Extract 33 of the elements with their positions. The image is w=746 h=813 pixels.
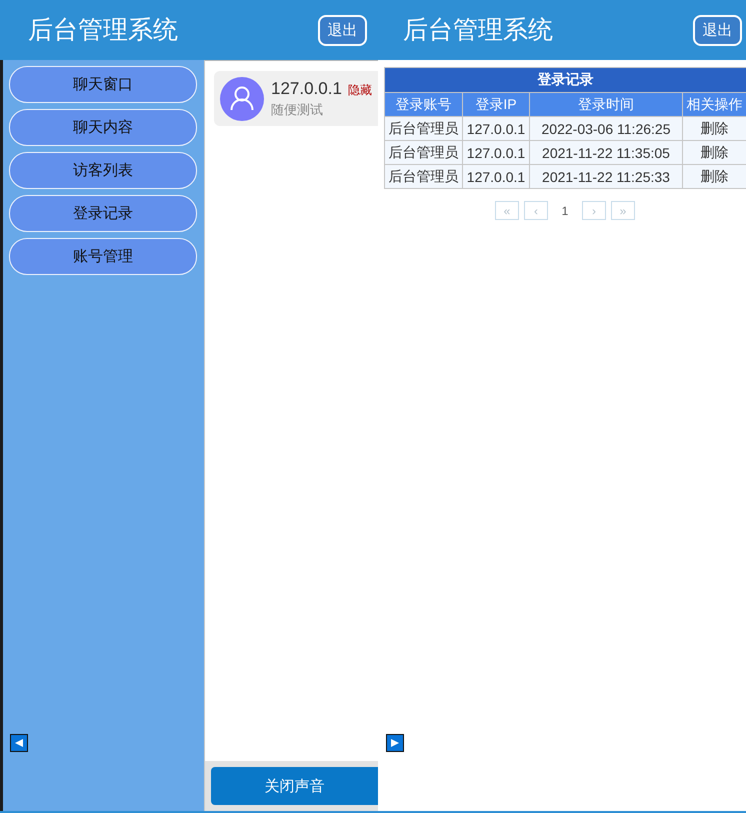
- table-cell: 后台管理员: [384, 116, 462, 140]
- triangle-right-icon: [391, 739, 399, 747]
- app-title: 后台管理系统: [28, 15, 178, 45]
- collapse-button[interactable]: [10, 734, 28, 752]
- sidebar-menu-item[interactable]: 登录记录: [9, 195, 197, 232]
- table-cell: 127.0.0.1: [462, 164, 530, 188]
- table-cell: 127.0.0.1: [462, 140, 530, 164]
- app-title: 后台管理系统: [403, 15, 553, 45]
- table-title: 登录记录: [384, 68, 746, 92]
- sidebar-menu-item[interactable]: 访客列表: [9, 152, 197, 189]
- column-header: 登录账号: [384, 92, 462, 116]
- sidebar-menu-item[interactable]: 聊天窗口: [9, 66, 197, 103]
- column-header: 相关操作: [682, 92, 746, 116]
- mute-sound-button[interactable]: 关闭声音: [211, 767, 378, 805]
- chat-list-item[interactable]: 127.0.0.1 隐藏 随便测试: [214, 71, 378, 126]
- table-cell: 2021-11-22 11:25:33: [530, 164, 682, 188]
- table-cell: 2022-03-06 11:26:25: [530, 116, 682, 140]
- table-cell: 2021-11-22 11:35:05: [530, 140, 682, 164]
- logout-button[interactable]: 退出: [318, 14, 367, 46]
- visitor-ip: 127.0.0.1: [271, 78, 342, 98]
- logout-button[interactable]: 退出: [693, 14, 742, 46]
- column-header: 登录IP: [462, 92, 530, 116]
- hide-link[interactable]: 隐藏: [348, 82, 372, 98]
- user-avatar-icon: [220, 76, 264, 120]
- sidebar-menu-item[interactable]: 聊天内容: [9, 109, 197, 146]
- column-header: 登录时间: [530, 92, 682, 116]
- sidebar-menu-item[interactable]: 账号管理: [9, 238, 197, 275]
- table-cell: 127.0.0.1: [462, 116, 530, 140]
- expand-button[interactable]: [386, 734, 404, 752]
- last-message: 随便测试: [271, 100, 324, 118]
- table-cell: 后台管理员: [384, 164, 462, 188]
- triangle-left-icon: [15, 739, 23, 747]
- table-cell: 后台管理员: [384, 140, 462, 164]
